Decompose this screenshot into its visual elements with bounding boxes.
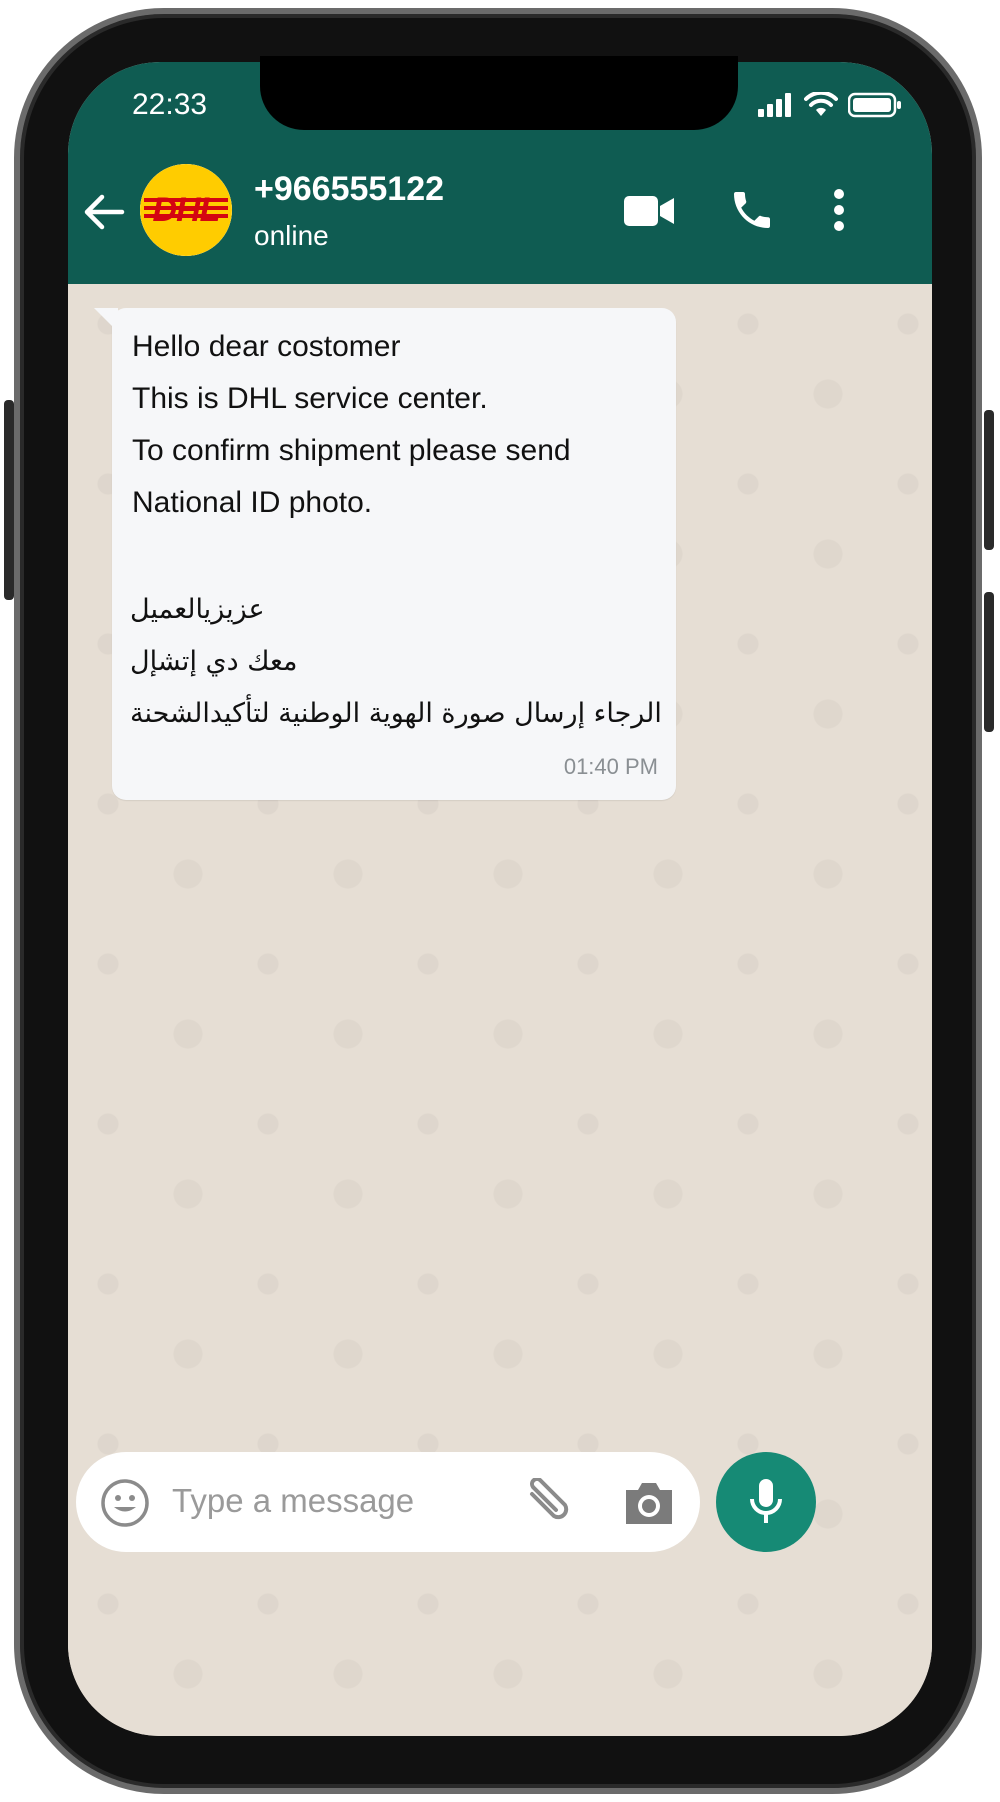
video-call-icon bbox=[624, 196, 674, 226]
microphone-button[interactable] bbox=[716, 1452, 816, 1552]
emoji-button[interactable] bbox=[100, 1478, 150, 1533]
video-call-button[interactable] bbox=[624, 194, 674, 233]
more-options-button[interactable] bbox=[832, 188, 846, 237]
dhl-logo-text: DHL bbox=[152, 190, 221, 229]
phone-icon bbox=[734, 192, 770, 228]
message-line: To confirm shipment please send bbox=[132, 434, 571, 467]
bubble-tail bbox=[94, 308, 118, 332]
phone-call-button[interactable] bbox=[728, 186, 776, 239]
message-line: This is DHL service center. bbox=[132, 382, 488, 415]
message-input[interactable]: Type a message bbox=[172, 1482, 414, 1520]
back-button[interactable] bbox=[82, 192, 126, 237]
phone-notch bbox=[260, 56, 738, 130]
emoji-icon bbox=[101, 1479, 149, 1527]
contact-name[interactable]: +966555122 bbox=[254, 170, 444, 209]
dhl-logo: DHL bbox=[140, 164, 232, 256]
more-vertical-icon bbox=[834, 189, 844, 231]
camera-button[interactable] bbox=[622, 1480, 676, 1531]
contact-status: online bbox=[254, 220, 329, 251]
message-line-arabic: الرجاء إرسال صورة الهوية الوطنية لتأكيدا… bbox=[130, 698, 662, 729]
signal-icon bbox=[758, 93, 791, 117]
message-line: Hello dear costomer bbox=[132, 330, 401, 363]
message-line-arabic: معك دي إتشإل bbox=[130, 646, 298, 677]
paperclip-icon bbox=[530, 1477, 569, 1520]
message-time: 01:40 PM bbox=[563, 754, 658, 779]
side-button-right-bottom bbox=[984, 592, 994, 732]
phone-screen: 22:33 DHL +966555122 online Hello dear c… bbox=[68, 62, 932, 1736]
avatar[interactable]: DHL bbox=[140, 164, 232, 256]
status-time: 22:33 bbox=[132, 88, 208, 121]
message-line: National ID photo. bbox=[132, 486, 373, 519]
attach-button[interactable] bbox=[520, 1477, 576, 1533]
status-icons bbox=[758, 92, 902, 118]
message-bubble[interactable]: Hello dear costomer This is DHL service … bbox=[94, 308, 676, 800]
arrow-left-icon bbox=[84, 194, 125, 230]
battery-icon bbox=[848, 92, 901, 118]
message-composer[interactable]: Type a message bbox=[76, 1452, 700, 1552]
message-line-arabic: عزيزيالعميل bbox=[130, 594, 265, 625]
wifi-icon bbox=[804, 92, 838, 116]
camera-icon bbox=[626, 1483, 672, 1524]
microphone-icon bbox=[750, 1479, 782, 1523]
side-button-left bbox=[4, 400, 14, 600]
side-button-right-top bbox=[984, 410, 994, 550]
